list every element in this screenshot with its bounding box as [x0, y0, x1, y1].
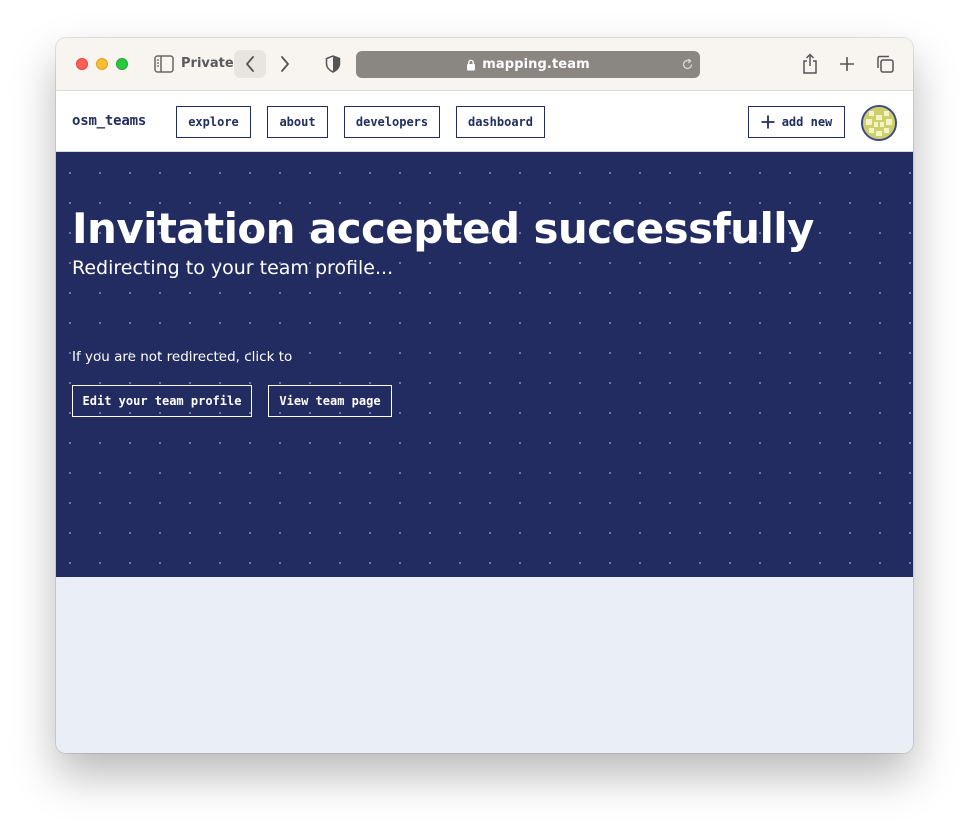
avatar-identicon: [863, 107, 895, 139]
lock-icon: [466, 59, 476, 71]
nav-developers-button[interactable]: developers: [344, 106, 440, 138]
nav-dashboard-button[interactable]: dashboard: [456, 106, 545, 138]
new-tab-plus-icon[interactable]: [837, 54, 857, 74]
page-subtitle: Redirecting to your team profile...: [72, 257, 394, 279]
url-text: mapping.team: [482, 57, 590, 72]
chevron-right-icon: [281, 56, 289, 72]
edit-team-profile-button[interactable]: Edit your team profile: [72, 385, 252, 417]
private-label: Private: [181, 56, 234, 71]
nav-explore-button[interactable]: explore: [176, 106, 251, 138]
browser-toolbar: Private mapping.team: [56, 38, 913, 91]
close-window-button[interactable]: [76, 58, 88, 70]
page-title: Invitation accepted successfully: [72, 204, 814, 253]
redirect-note: If you are not redirected, click to: [72, 349, 293, 365]
minimize-window-button[interactable]: [96, 58, 108, 70]
tabs-icon[interactable]: [874, 54, 896, 74]
app-header: osm_teams explore about developers dashb…: [56, 91, 913, 152]
brand-logo-text[interactable]: osm_teams: [72, 113, 146, 129]
address-bar[interactable]: mapping.team: [356, 51, 700, 78]
browser-window: Private mapping.team osm_teams explore a…: [56, 38, 913, 753]
chevron-left-icon: [246, 56, 254, 72]
nav-about-button[interactable]: about: [267, 106, 328, 138]
add-new-button[interactable]: add new: [748, 106, 845, 138]
user-avatar[interactable]: [861, 105, 897, 141]
hero-banner: Invitation accepted successfully Redirec…: [56, 152, 913, 577]
forward-button[interactable]: [273, 50, 297, 78]
reload-icon[interactable]: [681, 58, 694, 71]
add-new-label: add new: [781, 115, 833, 129]
page-body: [56, 577, 913, 753]
back-button[interactable]: [234, 50, 266, 78]
plus-icon: [761, 115, 775, 129]
share-icon[interactable]: [800, 52, 820, 76]
zoom-window-button[interactable]: [116, 58, 128, 70]
view-team-page-button[interactable]: View team page: [268, 385, 392, 417]
shield-icon[interactable]: [323, 54, 343, 74]
sidebar-icon[interactable]: [153, 54, 175, 74]
